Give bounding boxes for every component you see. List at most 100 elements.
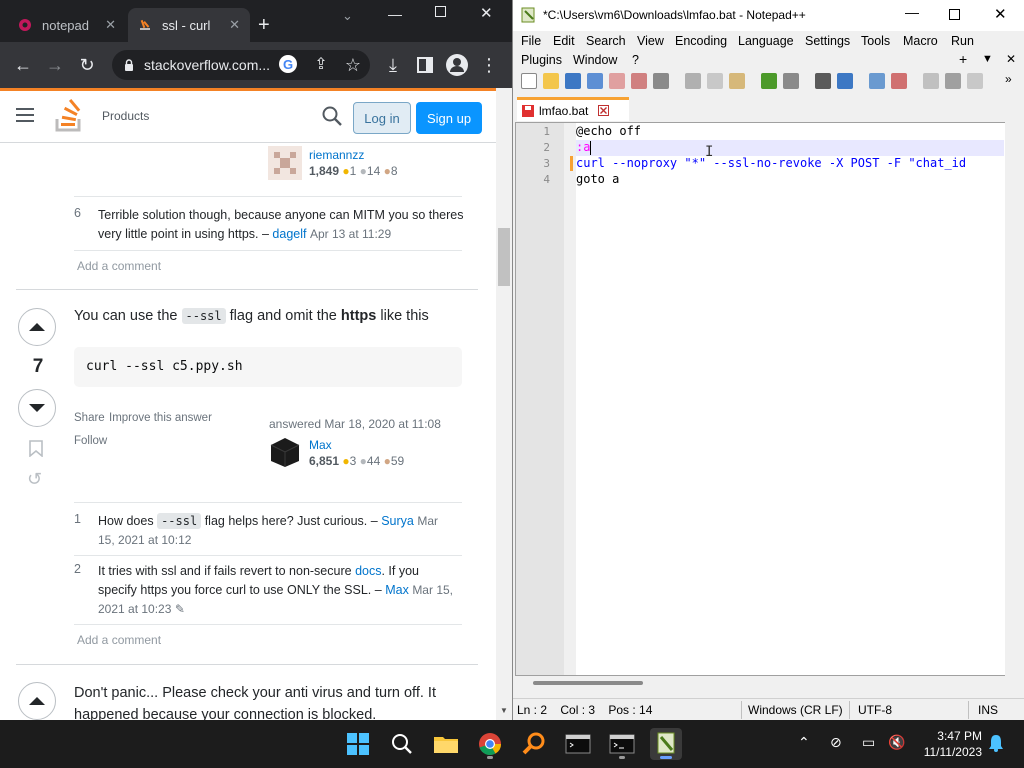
find-icon[interactable] (815, 73, 831, 89)
follow-link[interactable]: Follow (74, 435, 107, 447)
minimize-icon[interactable]: — (388, 6, 402, 22)
notification-bell-icon[interactable] (988, 734, 1004, 752)
bookmark-icon[interactable] (29, 440, 43, 457)
profile-avatar-icon[interactable] (446, 54, 468, 76)
copy-icon[interactable] (707, 73, 723, 89)
user-name-link[interactable]: riemannzz (309, 148, 364, 162)
tab-lmfao-bat[interactable]: lmfao.bat (517, 97, 629, 121)
redo-icon[interactable] (783, 73, 799, 89)
scrollbar-thumb[interactable] (498, 228, 510, 286)
google-lens-icon[interactable]: G (278, 54, 300, 76)
print-icon[interactable] (653, 73, 669, 89)
menu-run[interactable]: Run (951, 34, 974, 48)
search-app-icon[interactable] (518, 728, 550, 760)
cut-icon[interactable] (685, 73, 701, 89)
add-comment-link[interactable]: Add a comment (77, 633, 161, 647)
chevron-up-icon[interactable]: ⌃ (798, 734, 810, 751)
maximize-icon[interactable] (949, 9, 960, 20)
menu-tools[interactable]: Tools (861, 34, 890, 48)
tab-notepad[interactable]: notepad ✕ (8, 8, 126, 42)
save-all-icon[interactable] (587, 73, 603, 89)
bookmark-star-icon[interactable]: ☆ (342, 54, 364, 76)
zoom-in-icon[interactable] (869, 73, 885, 89)
history-icon[interactable]: ↺ (27, 469, 42, 490)
share-link[interactable]: Share (74, 412, 105, 424)
forward-arrow-icon[interactable]: → (44, 54, 66, 76)
clock[interactable]: 3:47 PM 11/11/2023 (910, 728, 982, 760)
maximize-icon[interactable] (435, 6, 446, 17)
dropdown-arrow-icon[interactable]: ▼ (982, 53, 993, 65)
volume-muted-icon[interactable]: 🔇 (888, 734, 905, 751)
chrome-icon[interactable] (474, 728, 506, 760)
paste-icon[interactable] (729, 73, 745, 89)
close-window-icon[interactable]: ✕ (994, 5, 1007, 23)
docs-link[interactable]: docs (355, 564, 381, 578)
cmd-icon[interactable] (606, 728, 638, 760)
avatar[interactable] (269, 436, 301, 468)
comment-user-link[interactable]: dagelf (272, 227, 306, 241)
menu-edit[interactable]: Edit (553, 34, 575, 48)
menu-file[interactable]: File (521, 34, 541, 48)
menu-encoding[interactable]: Encoding (675, 34, 727, 48)
tab-ssl-curl[interactable]: ssl - curl ✕ (128, 8, 250, 42)
comment-user-link[interactable]: Max (385, 583, 409, 597)
menu-view[interactable]: View (637, 34, 664, 48)
menu-help[interactable]: ? (632, 53, 639, 67)
reload-icon[interactable]: ↻ (76, 54, 98, 76)
back-arrow-icon[interactable]: ← (12, 54, 34, 76)
menu-search[interactable]: Search (586, 34, 626, 48)
close-window-icon[interactable]: ✕ (480, 4, 493, 22)
sync-horizontal-icon[interactable] (945, 73, 961, 89)
replace-icon[interactable] (837, 73, 853, 89)
open-file-icon[interactable] (543, 73, 559, 89)
menu-kebab-icon[interactable]: ⋮ (478, 54, 500, 76)
user-name-link[interactable]: Max (309, 438, 332, 452)
save-icon[interactable] (565, 73, 581, 89)
hamburger-icon[interactable] (16, 107, 34, 123)
close-doc-icon[interactable]: ✕ (1006, 52, 1016, 66)
downvote-button[interactable] (18, 389, 56, 427)
tab-search-chevron-icon[interactable]: ⌄ (342, 8, 353, 24)
start-button[interactable] (342, 728, 374, 760)
notepadpp-taskbar-icon[interactable] (650, 728, 682, 760)
sync-vertical-icon[interactable] (923, 73, 939, 89)
menu-macro[interactable]: Macro (903, 34, 938, 48)
edit-pencil-icon[interactable]: ✎ (175, 602, 185, 616)
signup-button[interactable]: Sign up (416, 102, 482, 134)
editor-horizontal-scrollbar[interactable] (515, 676, 1017, 692)
zoom-out-icon[interactable] (891, 73, 907, 89)
display-icon[interactable]: ▭ (862, 734, 875, 751)
new-tab-button[interactable]: + (252, 8, 276, 42)
add-icon[interactable]: + (959, 51, 967, 67)
products-link[interactable]: Products (102, 109, 149, 123)
toolbar-overflow-icon[interactable]: » (1005, 72, 1012, 86)
share-icon[interactable]: ⇪ (310, 54, 332, 76)
avatar[interactable] (268, 146, 302, 180)
file-explorer-icon[interactable] (430, 728, 462, 760)
menu-settings[interactable]: Settings (805, 34, 850, 48)
editor-vertical-scrollbar[interactable] (1005, 122, 1023, 676)
search-icon[interactable] (322, 106, 342, 126)
close-tab-icon[interactable]: ✕ (229, 17, 240, 33)
word-wrap-icon[interactable] (967, 73, 983, 89)
close-file-icon[interactable] (609, 73, 625, 89)
add-comment-link[interactable]: Add a comment (77, 259, 161, 273)
close-all-icon[interactable] (631, 73, 647, 89)
minimize-icon[interactable]: — (905, 4, 919, 20)
stackoverflow-logo-icon[interactable] (54, 99, 84, 133)
close-tab-icon[interactable] (598, 105, 610, 116)
improve-answer-link[interactable]: Improve this answer (109, 412, 212, 424)
scroll-down-arrow-icon[interactable]: ▼ (500, 706, 508, 715)
scrollbar-thumb[interactable] (533, 681, 643, 685)
upvote-button[interactable] (18, 682, 56, 720)
menu-plugins[interactable]: Plugins (521, 53, 562, 67)
side-panel-icon[interactable] (414, 54, 436, 76)
new-file-icon[interactable] (521, 73, 537, 89)
comment-user-link[interactable]: Surya (381, 514, 414, 528)
undo-icon[interactable] (761, 73, 777, 89)
close-tab-icon[interactable]: ✕ (105, 17, 116, 33)
menu-language[interactable]: Language (738, 34, 794, 48)
search-icon[interactable] (386, 728, 418, 760)
network-icon[interactable]: ⊘ (830, 734, 842, 751)
upvote-button[interactable] (18, 308, 56, 346)
